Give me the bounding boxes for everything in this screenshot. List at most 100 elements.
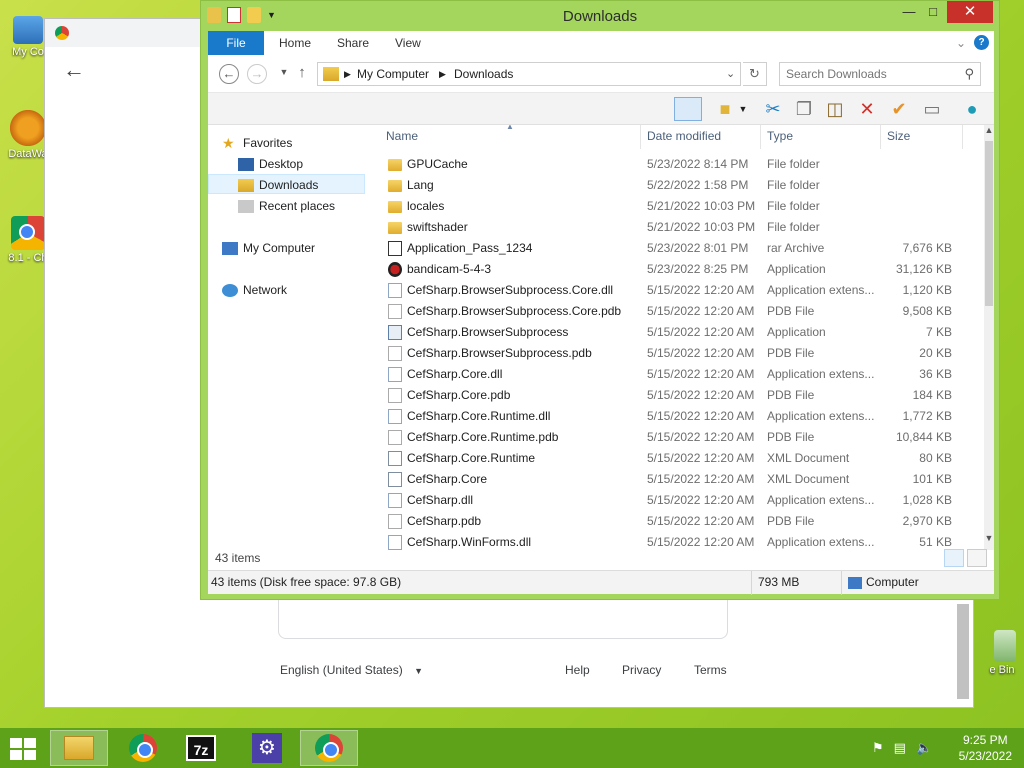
- file-size: 36 KB: [919, 367, 952, 381]
- taskbar-chrome[interactable]: [114, 730, 172, 766]
- column-separator[interactable]: [962, 125, 963, 149]
- table-row[interactable]: bandicam-5-4-3 5/23/2022 8:25 PM Applicati…: [378, 259, 982, 280]
- table-row[interactable]: CefSharp.BrowserSubprocess 5/15/2022 12:2…: [378, 322, 982, 343]
- table-row[interactable]: CefSharp.Core.Runtime.dll 5/15/2022 12:20…: [378, 406, 982, 427]
- language-selector[interactable]: English (United States) ▼: [280, 663, 423, 677]
- file-size: 2,970 KB: [902, 514, 952, 528]
- search-input[interactable]: [786, 66, 956, 82]
- file-date: 5/15/2022 12:20 AM: [647, 409, 755, 423]
- scroll-down-icon[interactable]: ▼: [984, 533, 994, 543]
- volume-muted-icon[interactable]: 🔈: [916, 740, 932, 756]
- flag-icon[interactable]: ⚑: [872, 740, 884, 756]
- toolbar-dropdown-icon[interactable]: ▼: [737, 97, 749, 121]
- chrome-tab[interactable]: [45, 19, 215, 47]
- tab-home[interactable]: Home: [279, 31, 311, 55]
- table-row[interactable]: CefSharp.BrowserSubprocess.Core.dll 5/15/…: [378, 280, 982, 301]
- file-file-icon: [388, 430, 402, 445]
- title-bar[interactable]: ▼ Downloads — □ ✕: [201, 1, 999, 31]
- column-header-size[interactable]: Size: [887, 125, 910, 149]
- paste-icon[interactable]: ◫: [823, 97, 847, 121]
- file-name: CefSharp.BrowserSubprocess.pdb: [407, 346, 592, 360]
- nav-item-my-computer[interactable]: My Computer: [222, 238, 380, 258]
- nav-item-recent-places[interactable]: Recent places: [208, 196, 366, 216]
- table-row[interactable]: CefSharp.BrowserSubprocess.pdb 5/15/2022 …: [378, 343, 982, 364]
- column-header-type[interactable]: Type: [767, 125, 793, 149]
- chevron-down-icon[interactable]: ⌄: [956, 31, 966, 55]
- scroll-up-icon[interactable]: ▲: [984, 125, 994, 135]
- address-separator-icon[interactable]: ▶: [344, 69, 351, 80]
- search-icon[interactable]: ⚲: [964, 66, 974, 82]
- back-arrow-icon[interactable]: ←: [63, 57, 85, 83]
- table-row[interactable]: CefSharp.WinForms.dll 5/15/2022 12:20 AM A…: [378, 532, 982, 550]
- details-view-icon[interactable]: [944, 549, 964, 567]
- preview-pane-icon[interactable]: [674, 97, 702, 121]
- table-row[interactable]: locales 5/21/2022 10:03 PM File folder: [378, 196, 982, 217]
- taskbar-settings[interactable]: ⚙: [238, 730, 296, 766]
- column-header-name[interactable]: Name: [386, 125, 418, 149]
- table-row[interactable]: CefSharp.Core.Runtime 5/15/2022 12:20 AM X…: [378, 448, 982, 469]
- network-tray-icon[interactable]: ▤: [894, 740, 906, 756]
- forward-icon[interactable]: →: [247, 64, 267, 84]
- back-icon[interactable]: ←: [219, 64, 239, 84]
- help-link[interactable]: Help: [565, 663, 590, 677]
- nav-item-network[interactable]: Network: [222, 280, 380, 300]
- nav-item-downloads[interactable]: Downloads: [208, 174, 365, 194]
- nav-item-favorites[interactable]: ★ Favorites: [222, 133, 380, 153]
- table-row[interactable]: CefSharp.dll 5/15/2022 12:20 AM Applicatio…: [378, 490, 982, 511]
- address-dropdown-icon[interactable]: ⌄: [726, 67, 735, 80]
- status-location: Computer: [866, 575, 919, 589]
- address-separator-icon[interactable]: ▶: [439, 69, 446, 80]
- clock-date: 5/23/2022: [958, 749, 1012, 763]
- table-row[interactable]: CefSharp.Core.Runtime.pdb 5/15/2022 12:20…: [378, 427, 982, 448]
- recent-locations-icon[interactable]: ▼: [274, 64, 294, 84]
- search-box[interactable]: ⚲: [779, 62, 981, 86]
- maximize-icon[interactable]: □: [919, 1, 947, 23]
- breadcrumb-my-computer[interactable]: My Computer: [357, 67, 429, 81]
- up-arrow-icon[interactable]: ↑: [292, 64, 312, 84]
- column-separator[interactable]: [880, 125, 881, 149]
- file-date: 5/15/2022 12:20 AM: [647, 388, 755, 402]
- table-row[interactable]: GPUCache 5/23/2022 8:14 PM File folder: [378, 154, 982, 175]
- large-icons-view-icon[interactable]: [967, 549, 987, 567]
- refresh-icon[interactable]: ↻: [743, 62, 767, 86]
- taskbar-7zip[interactable]: 7z: [172, 730, 230, 766]
- column-separator[interactable]: [640, 125, 641, 149]
- column-header-date[interactable]: Date modified: [647, 125, 721, 149]
- rename-icon[interactable]: ▭: [920, 97, 944, 121]
- checkmark-icon[interactable]: ✔: [887, 97, 911, 121]
- windows-start-icon[interactable]: [10, 738, 38, 760]
- desktop-icon-recycle-bin[interactable]: e Bin: [970, 630, 1024, 676]
- table-row[interactable]: CefSharp.BrowserSubprocess.Core.pdb 5/15/…: [378, 301, 982, 322]
- table-row[interactable]: Lang 5/22/2022 1:58 PM File folder: [378, 175, 982, 196]
- tab-file[interactable]: File: [208, 31, 264, 55]
- vertical-scrollbar[interactable]: ▲ ▼: [984, 125, 994, 550]
- privacy-link[interactable]: Privacy: [622, 663, 661, 677]
- taskbar-file-explorer[interactable]: [50, 730, 108, 766]
- clock[interactable]: 9:25 PM 5/23/2022: [959, 732, 1012, 764]
- column-separator[interactable]: [760, 125, 761, 149]
- nav-item-desktop[interactable]: Desktop: [208, 154, 366, 174]
- breadcrumb-downloads[interactable]: Downloads: [454, 67, 513, 81]
- terms-link[interactable]: Terms: [694, 663, 727, 677]
- copy-icon[interactable]: ❐: [792, 97, 816, 121]
- table-row[interactable]: CefSharp.Core.dll 5/15/2022 12:20 AM Appli…: [378, 364, 982, 385]
- table-row[interactable]: Application_Pass_1234 5/23/2022 8:01 PM ra…: [378, 238, 982, 259]
- table-row[interactable]: CefSharp.pdb 5/15/2022 12:20 AM PDB File 2,…: [378, 511, 982, 532]
- properties-icon[interactable]: ■: [713, 97, 737, 121]
- cut-icon[interactable]: ✂: [761, 97, 785, 121]
- tab-view[interactable]: View: [395, 31, 421, 55]
- tab-share[interactable]: Share: [337, 31, 369, 55]
- help-icon[interactable]: ?: [974, 35, 989, 50]
- chrome-scrollbar[interactable]: [957, 604, 969, 699]
- globe-icon[interactable]: ●: [960, 97, 984, 121]
- view-toggle: [944, 549, 987, 567]
- table-row[interactable]: CefSharp.Core 5/15/2022 12:20 AM XML Docum…: [378, 469, 982, 490]
- address-field[interactable]: ▶ My Computer ▶ Downloads ⌄: [317, 62, 741, 86]
- delete-icon[interactable]: ✕: [855, 97, 879, 121]
- taskbar-chrome-active[interactable]: [300, 730, 358, 766]
- table-row[interactable]: swiftshader 5/21/2022 10:03 PM File folder: [378, 217, 982, 238]
- file-type: Application extens...: [767, 367, 875, 381]
- close-icon[interactable]: ✕: [947, 1, 993, 23]
- scroll-thumb[interactable]: [985, 141, 993, 306]
- table-row[interactable]: CefSharp.Core.pdb 5/15/2022 12:20 AM PDB F…: [378, 385, 982, 406]
